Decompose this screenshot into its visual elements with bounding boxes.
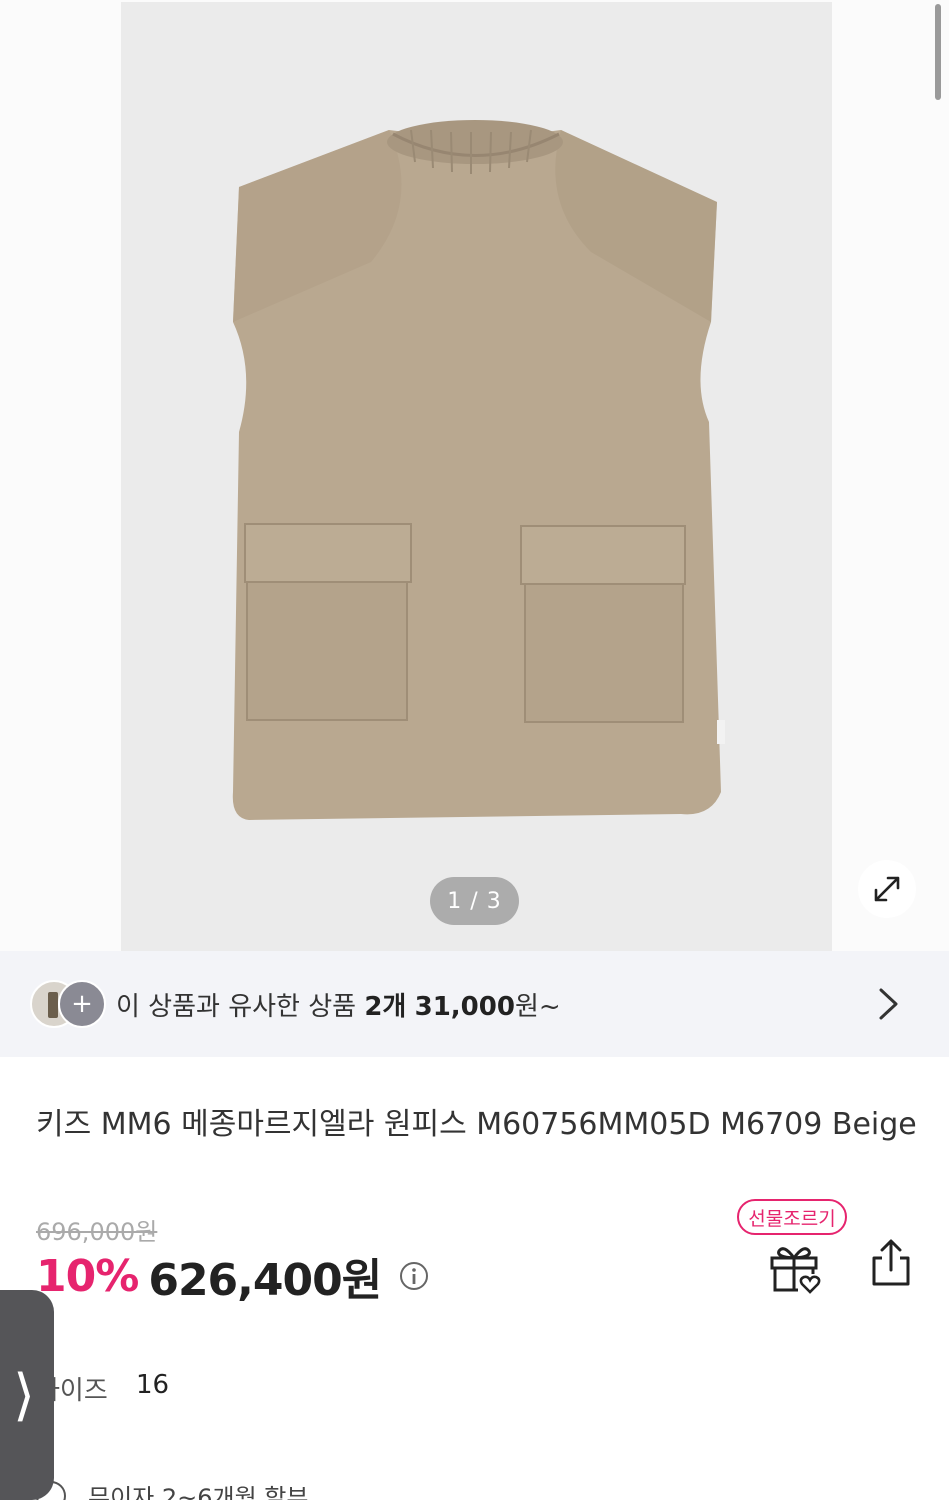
size-value: 16: [136, 1370, 170, 1400]
similar-products-text: 이 상품과 유사한 상품 2개 31,000원~: [116, 986, 561, 1023]
info-icon[interactable]: [399, 1261, 429, 1291]
side-drawer-handle[interactable]: ⟩: [0, 1290, 54, 1500]
chevron-right-icon: ⟩: [13, 1362, 35, 1428]
plus-icon: +: [58, 980, 106, 1028]
similar-count: 2개: [364, 991, 407, 1022]
product-title: 키즈 MM6 메종마르지엘라 원피스 M60756MM05D M6709 Bei…: [36, 1107, 917, 1142]
similar-suffix: 원~: [514, 991, 561, 1022]
discount-rate: 10%: [36, 1250, 139, 1302]
similar-price: 31,000: [414, 991, 515, 1022]
installment-row: 무이자 2~6개월 할부: [36, 1478, 308, 1500]
scrollbar[interactable]: [935, 4, 941, 100]
product-gallery[interactable]: 1 / 3: [0, 0, 949, 951]
share-icon[interactable]: [866, 1238, 916, 1288]
original-price: 696,000원: [36, 1218, 158, 1246]
gift-icon[interactable]: [766, 1240, 822, 1296]
similar-thumbnails: +: [30, 980, 108, 1028]
gift-request-badge[interactable]: 선물조르기: [737, 1199, 847, 1235]
similar-products-banner[interactable]: + 이 상품과 유사한 상품 2개 31,000원~: [0, 951, 949, 1057]
price-row: 10% 626,400원: [36, 1246, 429, 1306]
similar-prefix: 이 상품과 유사한 상품: [116, 991, 365, 1022]
expand-diagonal-icon: [874, 876, 900, 902]
product-image[interactable]: [121, 2, 832, 951]
sale-price: 626,400원: [148, 1255, 382, 1306]
dress-illustration: [121, 2, 832, 951]
installment-text: 무이자 2~6개월 할부: [88, 1484, 309, 1500]
expand-button[interactable]: [858, 860, 916, 918]
size-option-row: 사이즈 16: [36, 1370, 169, 1407]
image-counter: 1 / 3: [430, 877, 519, 925]
chevron-right-icon[interactable]: [874, 984, 904, 1024]
